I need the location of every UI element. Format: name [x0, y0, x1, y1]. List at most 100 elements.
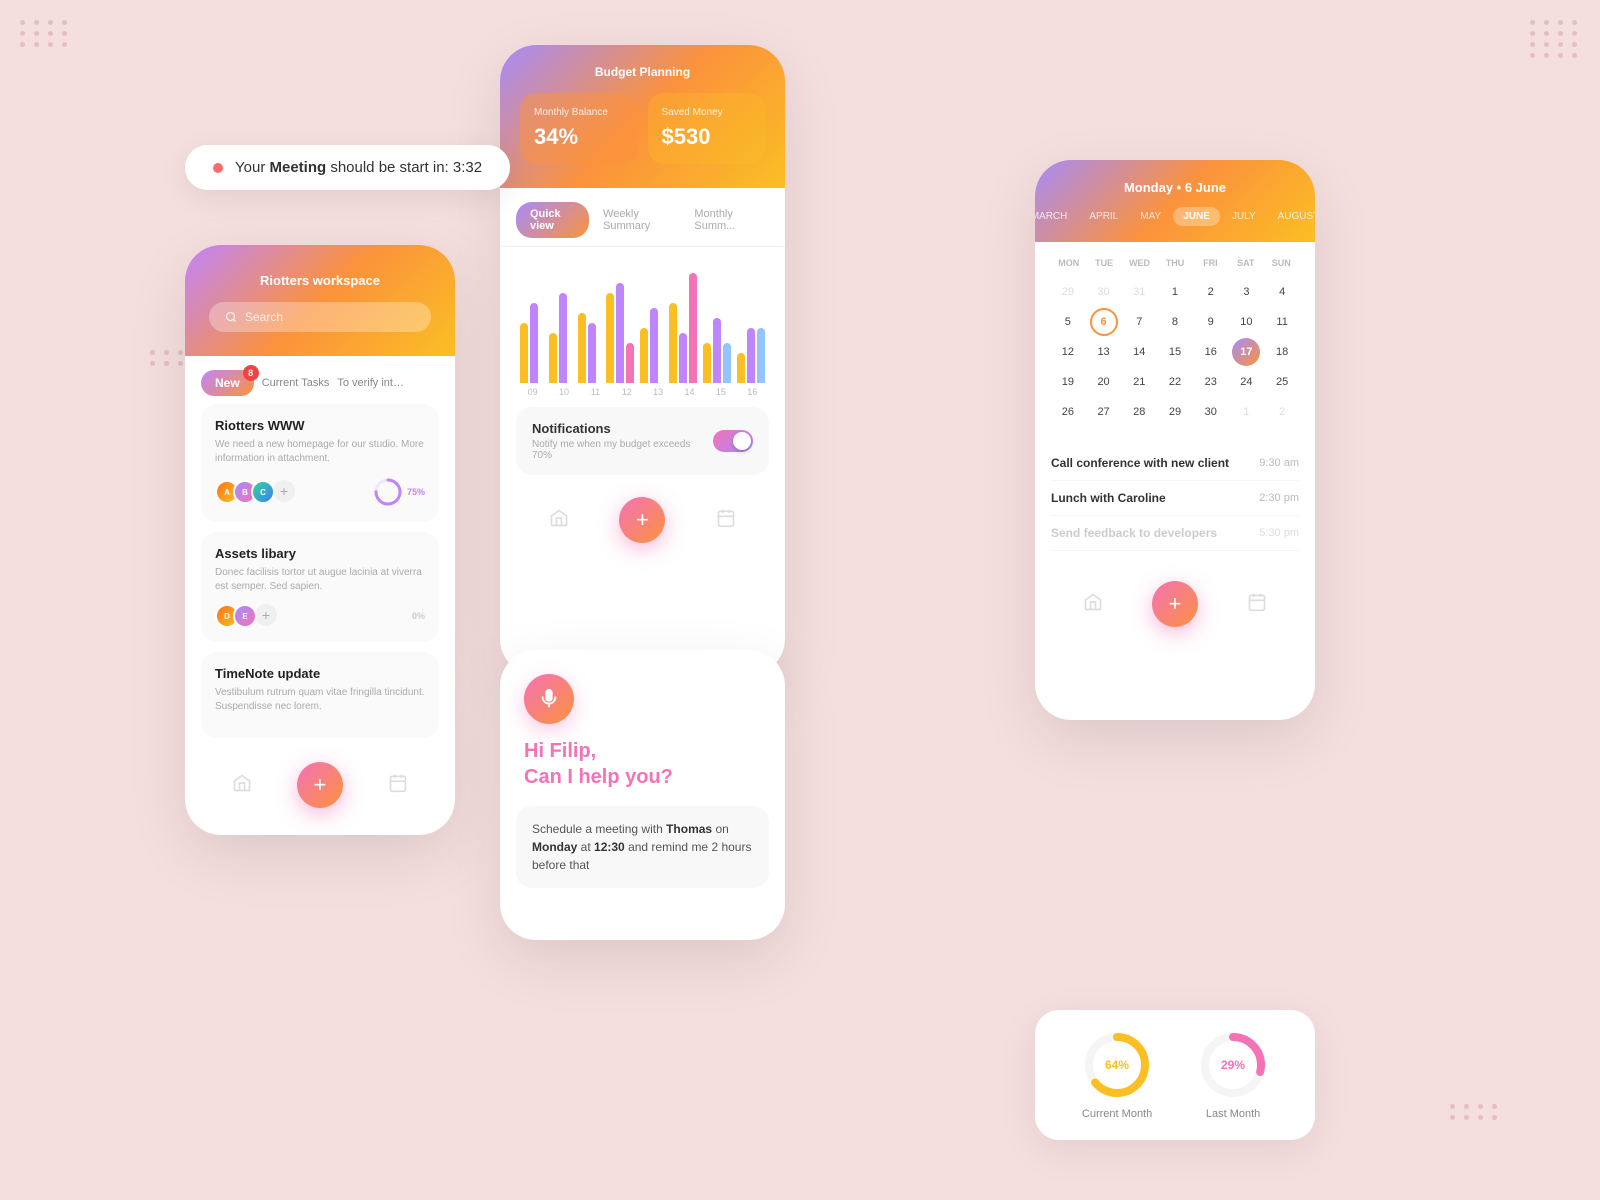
chart-bars [516, 263, 769, 383]
cal-day-24[interactable]: 24 [1232, 368, 1260, 396]
bar-purple-4 [650, 308, 658, 383]
bar-group-1 [549, 293, 572, 383]
cal-day-8[interactable]: 8 [1161, 308, 1189, 336]
calendar-icon-nav3[interactable] [1247, 592, 1267, 617]
phone-riotters-workspace: Riotters workspace Search New 8 Current … [185, 245, 455, 835]
cal-day-18[interactable]: 18 [1268, 338, 1296, 366]
svg-text:29%: 29% [1221, 1058, 1245, 1072]
cal-day-26[interactable]: 26 [1054, 398, 1082, 426]
events-list: Call conference with new client 9:30 am … [1035, 438, 1315, 559]
bar-group-4 [640, 308, 663, 383]
tab-weekly-summary[interactable]: Weekly Summary [593, 202, 680, 238]
search-bar[interactable]: Search [209, 302, 431, 332]
cal-day-9[interactable]: 9 [1197, 308, 1225, 336]
month-june[interactable]: JUNE [1173, 207, 1220, 226]
decorative-dots-topleft [20, 20, 70, 47]
cal-day-19[interactable]: 19 [1054, 368, 1082, 396]
bar-orange-7 [737, 353, 745, 383]
cal-day-1[interactable]: 1 [1161, 278, 1189, 306]
cal-day-7[interactable]: 7 [1125, 308, 1153, 336]
add-avatar-button-1[interactable]: + [255, 604, 277, 626]
bar-group-0 [520, 303, 543, 383]
cal-day-29[interactable]: 29 [1161, 398, 1189, 426]
chat-bold-time: 12:30 [594, 840, 625, 854]
donut-last-month-chart: 29% [1198, 1030, 1268, 1100]
cal-day-31-prev[interactable]: 31 [1125, 278, 1153, 306]
bar-group-5 [669, 273, 697, 383]
month-july[interactable]: JULY [1222, 207, 1266, 226]
add-task-button[interactable]: + [297, 762, 343, 808]
calendar-icon-nav1[interactable] [388, 773, 408, 798]
bar-pink-3 [626, 343, 634, 383]
budget-chart: 09 10 11 12 13 14 15 16 [500, 247, 785, 407]
bar-blue-6 [723, 343, 731, 383]
tab-monthly-summary[interactable]: Monthly Summ... [684, 202, 769, 238]
calendar-title: Monday • 6 June [1055, 180, 1295, 195]
cal-day-23[interactable]: 23 [1197, 368, 1225, 396]
cal-day-10[interactable]: 10 [1232, 308, 1260, 336]
add-event-button[interactable]: + [1152, 581, 1198, 627]
calendar-grid: 29 30 31 1 2 3 4 5 6 7 8 9 10 11 12 13 1… [1051, 278, 1299, 426]
cal-day-21[interactable]: 21 [1125, 368, 1153, 396]
progress-ring-0 [372, 476, 404, 508]
add-avatar-button[interactable]: + [273, 480, 295, 502]
tab-quick-view[interactable]: Quick view [516, 202, 589, 238]
month-april[interactable]: APRIL [1079, 207, 1128, 226]
task-tabs: New 8 Current Tasks To verify internally [185, 356, 455, 404]
phone1-bottom-nav: + [185, 748, 455, 822]
cal-day-6-today[interactable]: 6 [1090, 308, 1118, 336]
cal-day-28[interactable]: 28 [1125, 398, 1153, 426]
cal-day-14[interactable]: 14 [1125, 338, 1153, 366]
cal-day-27[interactable]: 27 [1090, 398, 1118, 426]
task-title-0: Riotters WWW [215, 418, 425, 433]
month-may[interactable]: MAY [1130, 207, 1171, 226]
budget-tabs: Quick view Weekly Summary Monthly Summ..… [500, 188, 785, 247]
notif-title: Notifications [532, 421, 713, 436]
task-desc-2: Vestibulum rutrum quam vitae fringilla t… [215, 686, 425, 714]
avatar-2: C [251, 480, 275, 504]
home-icon-3[interactable] [1083, 592, 1103, 617]
cal-day-15[interactable]: 15 [1161, 338, 1189, 366]
home-icon[interactable] [232, 773, 252, 798]
month-march[interactable]: MARCH [1035, 207, 1077, 226]
home-icon-2[interactable] [549, 508, 569, 533]
cal-day-5[interactable]: 5 [1054, 308, 1082, 336]
cal-day-29-prev[interactable]: 29 [1054, 278, 1082, 306]
cal-day-13[interactable]: 13 [1090, 338, 1118, 366]
tab-current-tasks[interactable]: Current Tasks [262, 377, 330, 389]
search-placeholder: Search [245, 310, 283, 324]
decorative-dots-topright [1530, 20, 1580, 58]
cal-day-4[interactable]: 4 [1268, 278, 1296, 306]
cal-day-11[interactable]: 11 [1268, 308, 1296, 336]
cal-day-20[interactable]: 20 [1090, 368, 1118, 396]
cal-day-17-selected[interactable]: 17 [1232, 338, 1260, 366]
notification-toggle[interactable] [713, 430, 753, 452]
tasks-list: Riotters WWW We need a new homepage for … [185, 404, 455, 738]
tab-verify-internally[interactable]: To verify internally [337, 377, 407, 389]
donut-chart-card: 64% Current Month 29% Last Month [1035, 1010, 1315, 1140]
event-time-2: 5:30 pm [1259, 527, 1299, 539]
cal-day-16[interactable]: 16 [1197, 338, 1225, 366]
cal-day-3[interactable]: 3 [1232, 278, 1260, 306]
cal-day-2[interactable]: 2 [1197, 278, 1225, 306]
calendar-icon-nav2[interactable] [716, 508, 736, 533]
last-month-label: Last Month [1206, 1108, 1260, 1120]
cal-day-30-prev[interactable]: 30 [1090, 278, 1118, 306]
month-august[interactable]: AUGUST [1268, 207, 1315, 226]
workspace-title: Riotters workspace [209, 273, 431, 288]
cal-day-30[interactable]: 30 [1197, 398, 1225, 426]
task-avatars-0: A B C + [215, 480, 295, 504]
chat-bold-monday: Monday [532, 840, 577, 854]
chat-bubble: Schedule a meeting with Thomas on Monday… [516, 806, 769, 888]
task-avatars-1: D E + [215, 604, 277, 628]
mic-button[interactable] [524, 674, 574, 724]
cal-day-1-next[interactable]: 1 [1232, 398, 1260, 426]
cal-day-25[interactable]: 25 [1268, 368, 1296, 396]
tab-new[interactable]: New 8 [201, 370, 254, 396]
bar-orange-5 [669, 303, 677, 383]
cal-day-22[interactable]: 22 [1161, 368, 1189, 396]
add-budget-button[interactable]: + [619, 497, 665, 543]
chart-label-5: 14 [677, 387, 702, 397]
cal-day-12[interactable]: 12 [1054, 338, 1082, 366]
cal-day-2-next[interactable]: 2 [1268, 398, 1296, 426]
